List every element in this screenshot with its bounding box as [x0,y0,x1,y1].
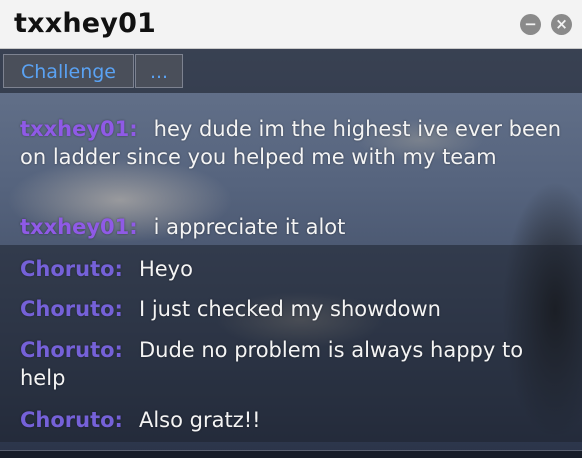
minimize-icon[interactable]: − [520,14,541,35]
chat-window: txxhey01 − × Challenge ... txxhey01: hey … [0,0,582,458]
chat-text: i appreciate it alot [153,215,346,239]
chat-message: Choruto: Heyo [20,255,568,283]
chat-username[interactable]: Choruto: [20,297,123,321]
title-bar[interactable]: txxhey01 − × [0,0,582,49]
more-options-button[interactable]: ... [135,54,183,88]
chat-text: I just checked my showdown [138,297,441,321]
chat-username[interactable]: Choruto: [20,257,123,281]
chat-message: Choruto: Dude no problem is always happy … [20,336,568,392]
chat-text: Also gratz!! [138,408,261,432]
close-icon[interactable]: × [551,14,572,35]
chat-message: txxhey01: i appreciate it alot [20,213,568,241]
chat-toolbar: Challenge ... [0,49,582,93]
chat-username[interactable]: txxhey01: [20,117,138,141]
chat-message: txxhey01: hey dude im the highest ive eve… [20,115,568,171]
chat-message: Choruto: Also gratz!! [20,406,568,434]
challenge-button[interactable]: Challenge [3,54,134,88]
chat-username[interactable]: txxhey01: [20,215,138,239]
chat-message: Choruto: I just checked my showdown [20,295,568,323]
window-title: txxhey01 [14,8,157,39]
chat-log: txxhey01: hey dude im the highest ive eve… [0,95,582,458]
chat-username[interactable]: Choruto: [20,338,123,362]
chat-input-edge[interactable] [0,450,582,458]
chat-text: Heyo [138,257,193,281]
chat-username[interactable]: Choruto: [20,408,123,432]
